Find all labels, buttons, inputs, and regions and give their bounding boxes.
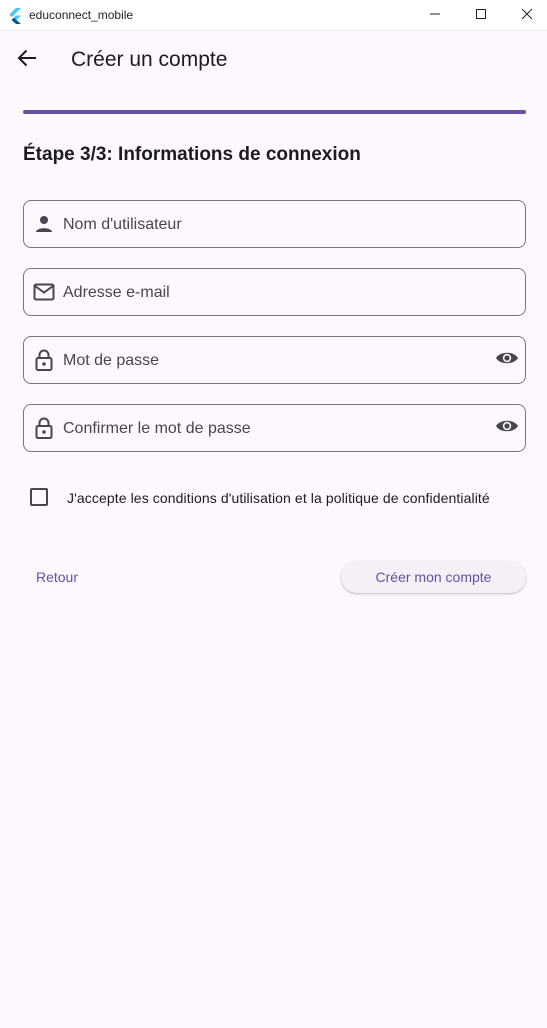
confirm-password-placeholder: Confirmer le mot de passe xyxy=(63,420,251,437)
step-progress-bar xyxy=(23,110,526,114)
password-placeholder: Mot de passe xyxy=(63,352,160,369)
flutter-logo-icon xyxy=(8,8,22,24)
lock-icon xyxy=(32,416,56,440)
terms-label[interactable]: J'accepte les conditions d'utilisation e… xyxy=(67,490,490,506)
arrow-back-icon xyxy=(17,49,37,72)
toggle-password-visibility-button[interactable] xyxy=(494,348,520,372)
step-progress-fill xyxy=(23,110,526,114)
step-title: Étape 3/3: Informations de connexion xyxy=(23,144,361,165)
lock-icon xyxy=(32,348,56,372)
terms-row: J'accepte les conditions d'utilisation e… xyxy=(30,487,530,507)
username-placeholder: Nom d'utilisateur xyxy=(63,216,182,233)
eye-icon xyxy=(495,418,519,439)
maximize-icon xyxy=(475,7,487,25)
password-field[interactable]: Mot de passe xyxy=(23,336,526,384)
username-field[interactable]: Nom d'utilisateur xyxy=(23,200,526,248)
confirm-password-field[interactable]: Confirmer le mot de passe xyxy=(23,404,526,452)
email-placeholder: Adresse e-mail xyxy=(63,284,170,301)
page-title: Créer un compte xyxy=(71,48,228,71)
close-icon xyxy=(521,7,533,25)
app-bar: Créer un compte xyxy=(0,31,547,89)
person-icon xyxy=(32,212,56,236)
create-account-button[interactable]: Créer mon compte xyxy=(341,561,526,593)
window-title: educonnect_mobile xyxy=(29,8,134,22)
terms-checkbox[interactable] xyxy=(30,488,48,506)
eye-icon xyxy=(495,350,519,371)
email-field[interactable]: Adresse e-mail xyxy=(23,268,526,316)
toggle-confirm-password-visibility-button[interactable] xyxy=(494,416,520,440)
minimize-icon xyxy=(429,7,441,25)
maximize-button[interactable] xyxy=(458,0,504,31)
close-button[interactable] xyxy=(504,0,547,31)
minimize-button[interactable] xyxy=(412,0,458,31)
window-titlebar: educonnect_mobile xyxy=(0,0,547,31)
mail-icon xyxy=(32,280,56,304)
back-step-button[interactable]: Retour xyxy=(24,561,90,593)
back-button[interactable] xyxy=(12,47,42,73)
